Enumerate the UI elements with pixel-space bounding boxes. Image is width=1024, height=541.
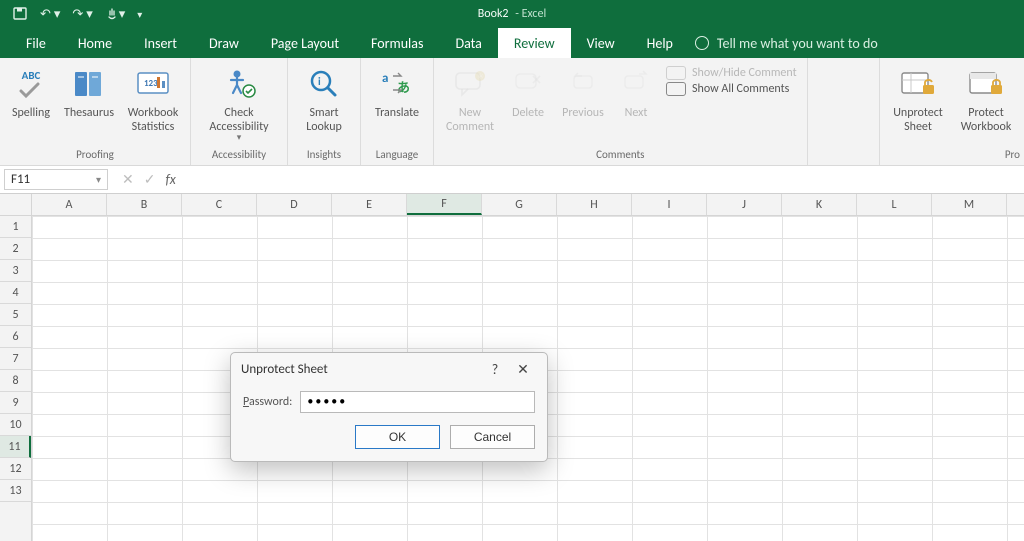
dialog-help-button[interactable]: ? [481,361,509,378]
dialog-titlebar[interactable]: Unprotect Sheet ? ✕ [231,353,547,385]
cancel-button[interactable]: Cancel [450,425,535,449]
password-input[interactable] [300,391,535,413]
ok-button[interactable]: OK [355,425,440,449]
password-label: Password: [243,395,292,409]
dialog-close-button[interactable]: ✕ [509,361,537,378]
dialog-title: Unprotect Sheet [241,362,328,377]
unprotect-sheet-dialog: Unprotect Sheet ? ✕ Password: OK Cancel [230,352,548,462]
